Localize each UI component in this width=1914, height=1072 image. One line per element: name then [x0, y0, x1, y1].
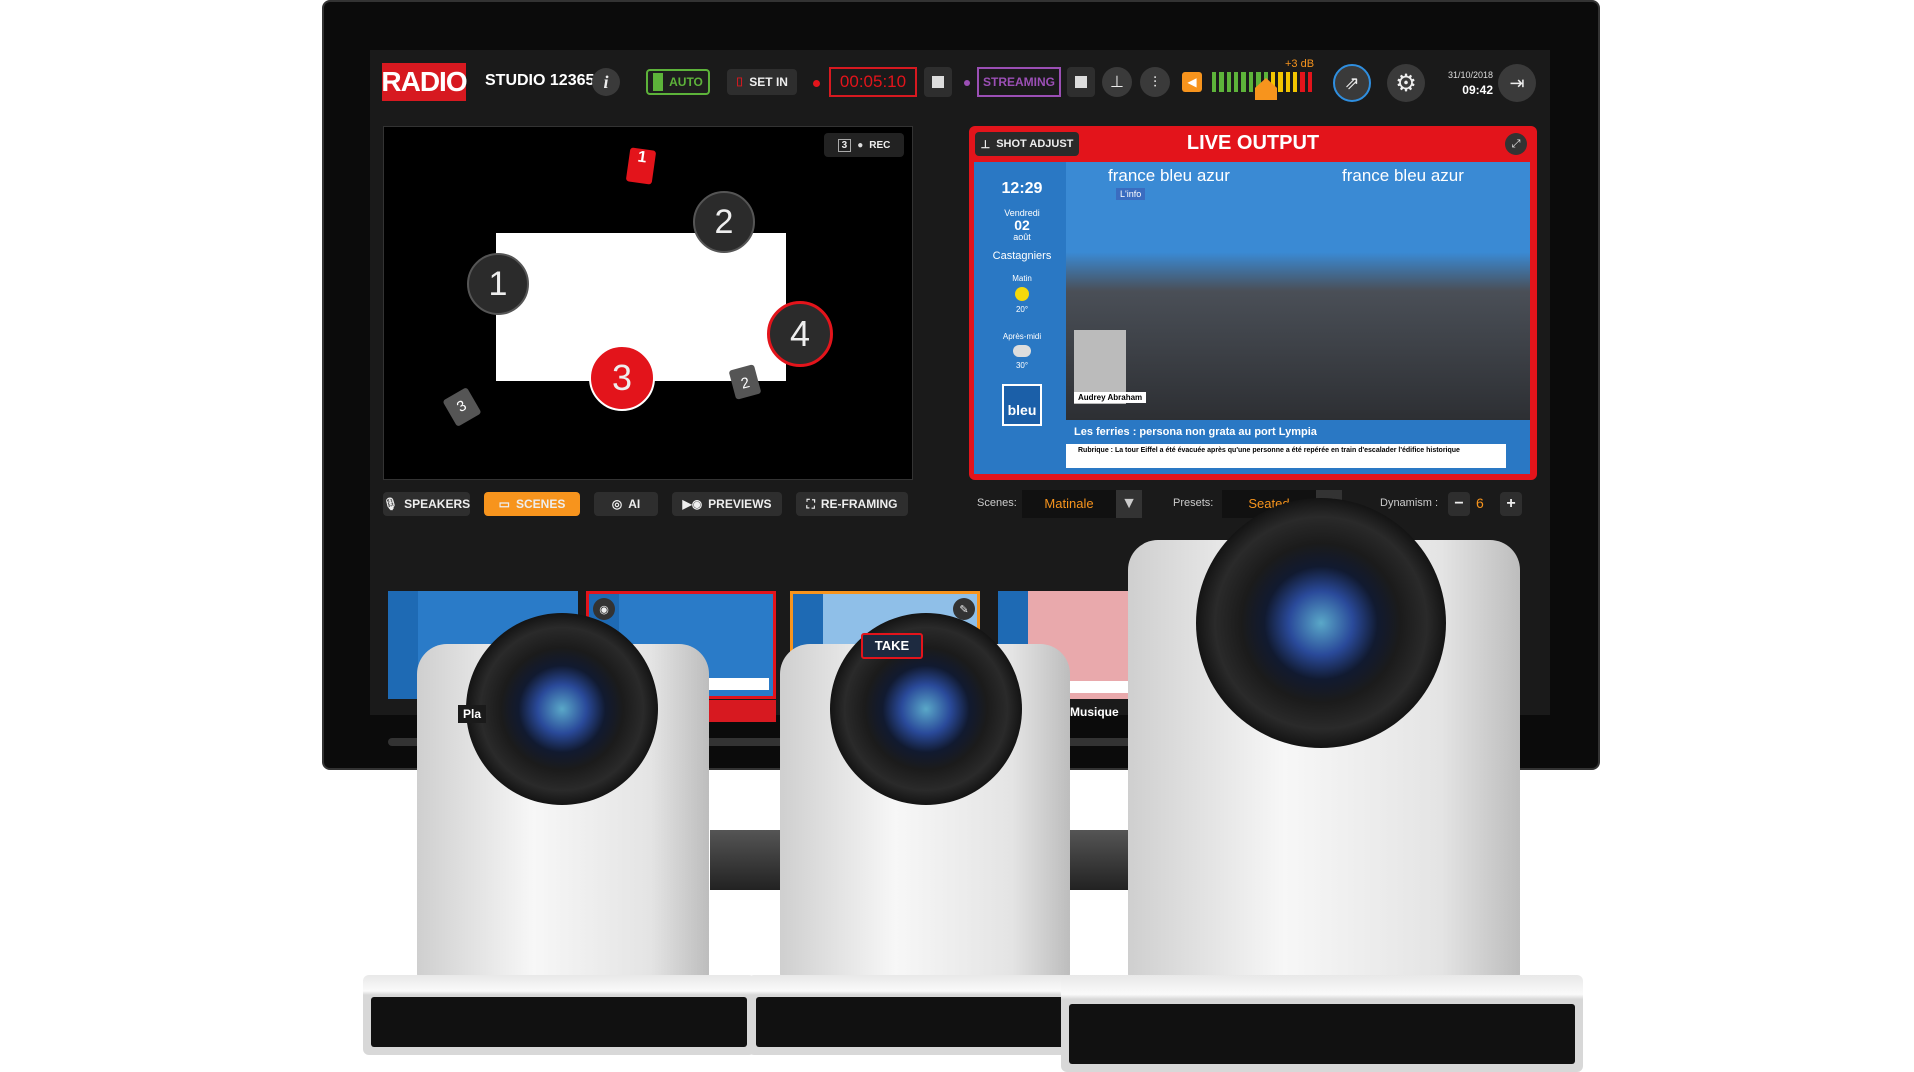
joystick-icon[interactable]: ⊥ [1102, 67, 1132, 97]
db-label: +3 dB [1285, 58, 1315, 70]
camera-icon-1[interactable]: 1 [625, 147, 657, 185]
sun-icon [1015, 287, 1029, 301]
brand-text: france bleu azur [1108, 166, 1230, 185]
weather-sidebar: 12:29 Vendredi 02 août Castagniers Matin… [974, 162, 1070, 474]
afternoon-label: Après-midi [1002, 332, 1042, 341]
tab-speakers[interactable]: 🎙 SPEAKERS [383, 492, 470, 516]
brain-icon: ◎ [611, 497, 623, 511]
camera-base-left [363, 975, 755, 1055]
speaker-marker-2[interactable]: 2 [693, 191, 755, 253]
timer-display: 00:05:10 [829, 67, 917, 97]
speaker-icon[interactable]: ◀ [1182, 72, 1202, 92]
mixer-icon[interactable]: ⫶ [1140, 67, 1170, 97]
live-output-title: LIVE OUTPUT [1186, 132, 1320, 154]
reframing-icon: ⛶ [806, 496, 815, 511]
stop-record-button[interactable] [924, 67, 952, 97]
auto-toggle[interactable]: AUTO [646, 69, 710, 95]
brand-text: france bleu azur [1342, 166, 1464, 185]
tab-reframing[interactable]: ⛶ RE-FRAMING [796, 492, 908, 516]
camera-icon: ◉ [593, 598, 615, 620]
month: août [1013, 232, 1031, 242]
auto-label: AUTO [669, 75, 703, 89]
scenes-icon: ▭ [498, 497, 510, 511]
time-label: 09:42 [1462, 83, 1493, 97]
tab-label: RE-FRAMING [820, 497, 898, 511]
date: 02 [1014, 217, 1030, 233]
dynamism-label: Dynamism : [1380, 497, 1439, 509]
tab-label: AI [628, 497, 641, 511]
camera-lens-right [1196, 498, 1446, 748]
rec-button[interactable]: 3 ● REC [824, 133, 904, 157]
chevron-down-icon: ▼ [1116, 490, 1142, 518]
dynamism-value: 6 [1476, 495, 1484, 511]
camera-map-panel: 3 ● REC 1 2 3 4 1 2 3 [383, 126, 913, 480]
stop-icon [1075, 76, 1087, 88]
dynamism-increase-button[interactable]: + [1500, 492, 1522, 516]
set-in-icon: ⌷ [736, 74, 744, 89]
studio-name: STUDIO 123657 [485, 72, 604, 89]
speaker-marker-4[interactable]: 4 [767, 301, 833, 367]
live-output-panel: ⊥ SHOT ADJUST LIVE OUTPUT ⤢ 12:29 Vendred… [969, 126, 1537, 480]
tab-ai[interactable]: ◎ AI [594, 492, 658, 516]
set-in-button[interactable]: ⌷ SET IN [727, 69, 797, 95]
guest-name: Audrey Abraham [1074, 392, 1147, 403]
program-feed: 12:29 Vendredi 02 août Castagniers Matin… [974, 162, 1530, 474]
info-tag: L'info [1116, 188, 1146, 200]
studio-video: france bleu azur france bleu azur L'info… [1066, 162, 1530, 420]
expand-icon[interactable]: ⤢ [1505, 133, 1527, 155]
ticker: Rubrique : La tour Eiffel a été évacuée … [1066, 444, 1506, 468]
speaker-marker-3[interactable]: 3 [589, 345, 655, 411]
tab-scenes[interactable]: ▭ SCENES [484, 492, 580, 516]
tab-previews[interactable]: ▶◉ PREVIEWS [672, 492, 782, 516]
afternoon-temp: 30° [1015, 361, 1029, 370]
tab-label: SCENES [515, 497, 566, 511]
previews-icon: ▶◉ [682, 497, 703, 511]
stop-stream-button[interactable] [1067, 67, 1095, 97]
info-icon[interactable]: i [592, 68, 620, 96]
camera-lens-middle [830, 613, 1022, 805]
france-bleu-logo: bleu [1002, 384, 1042, 426]
camera-lens-left [466, 613, 658, 805]
clock: 12:29 [1001, 180, 1043, 197]
stop-icon [932, 76, 944, 88]
camera-base-right [1061, 975, 1583, 1072]
morning-temp: 20° [1015, 305, 1029, 314]
place: Castagniers [992, 250, 1052, 262]
scenes-value: Matinale [1044, 496, 1094, 511]
rec-count: 3 [837, 138, 852, 152]
scenes-dropdown[interactable]: Matinale ▼ [1022, 490, 1142, 518]
edit-icon[interactable]: ✎ [953, 598, 975, 620]
scenes-label: Scenes: [977, 497, 1017, 509]
set-in-label: SET IN [749, 75, 788, 89]
record-dot [813, 80, 820, 87]
logout-icon[interactable]: ⇥ [1498, 64, 1536, 102]
streaming-status[interactable]: STREAMING [977, 67, 1061, 97]
streaming-dot [964, 80, 970, 86]
share-icon[interactable]: ⇗ [1333, 64, 1371, 102]
camera-icon-3[interactable]: 3 [442, 387, 482, 427]
speaker-marker-1[interactable]: 1 [467, 253, 529, 315]
toggle-knob [653, 73, 664, 91]
tab-label: PREVIEWS [708, 497, 772, 511]
camera-base-middle [748, 975, 1104, 1055]
cloud-icon [1013, 345, 1031, 357]
radio-logo: RADIO [381, 63, 468, 101]
tab-label: SPEAKERS [404, 497, 471, 511]
date-label: 31/10/2018 [1447, 70, 1493, 80]
presets-label: Presets: [1173, 497, 1214, 509]
rec-label: REC [869, 139, 891, 151]
headline: Les ferries : persona non grata au port … [1074, 426, 1317, 438]
dynamism-decrease-button[interactable]: − [1448, 492, 1470, 516]
thumbnail-label: Musique [1070, 705, 1119, 719]
microphone-icon: 🎙 [382, 497, 399, 511]
morning-label: Matin [1012, 274, 1032, 283]
gear-icon[interactable]: ⚙ [1387, 64, 1425, 102]
take-button[interactable]: TAKE [861, 633, 923, 659]
thumbnail-label: Pla [458, 705, 487, 723]
